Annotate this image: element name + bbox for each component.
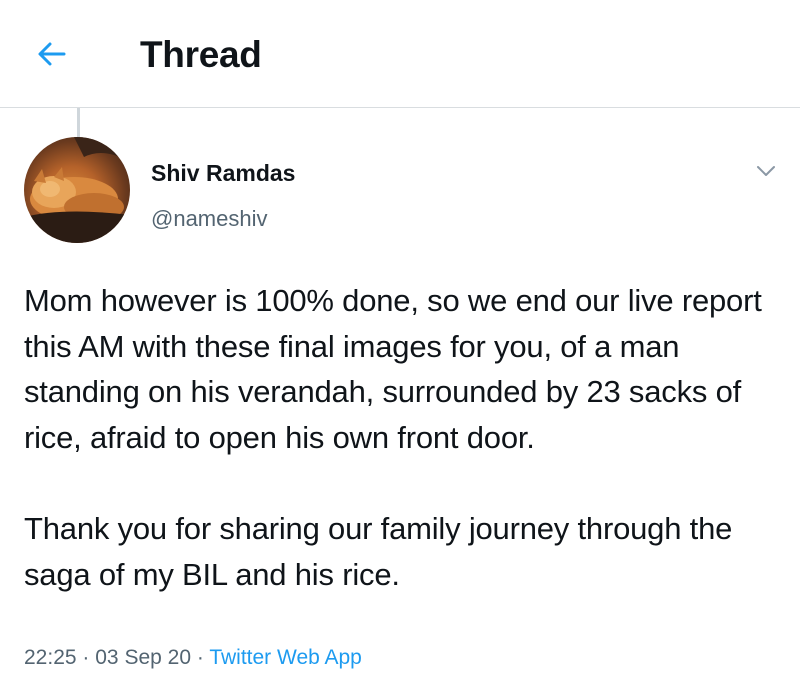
- tweet-metadata: 22:25 · 03 Sep 20 · Twitter Web App: [24, 646, 362, 670]
- page-title: Thread: [140, 34, 262, 75]
- meta-separator: ·: [82, 646, 90, 669]
- tweet-source-link[interactable]: Twitter Web App: [209, 646, 362, 669]
- thread-connector-line: [77, 108, 80, 140]
- tweet-paragraph: Thank you for sharing our family journey…: [24, 511, 733, 592]
- back-button[interactable]: [30, 34, 74, 78]
- meta-separator: ·: [196, 646, 204, 669]
- author-name[interactable]: Shiv Ramdas: [151, 160, 295, 187]
- thread-page: Thread Shiv Ramdas @nameshiv Mom however…: [0, 0, 800, 679]
- tweet-text: Mom however is 100% done, so we end our …: [24, 278, 784, 597]
- avatar-cat-icon: [24, 137, 130, 243]
- chevron-down-icon: [754, 163, 778, 184]
- tweet-time: 22:25: [24, 646, 77, 669]
- tweet-menu-button[interactable]: [748, 158, 784, 188]
- arrow-left-icon: [34, 36, 70, 77]
- top-app-bar: Thread: [0, 0, 800, 108]
- author-handle[interactable]: @nameshiv: [151, 206, 268, 232]
- tweet-date: 03 Sep 20: [95, 646, 192, 669]
- tweet-paragraph: Mom however is 100% done, so we end our …: [24, 283, 762, 455]
- avatar[interactable]: [24, 137, 130, 243]
